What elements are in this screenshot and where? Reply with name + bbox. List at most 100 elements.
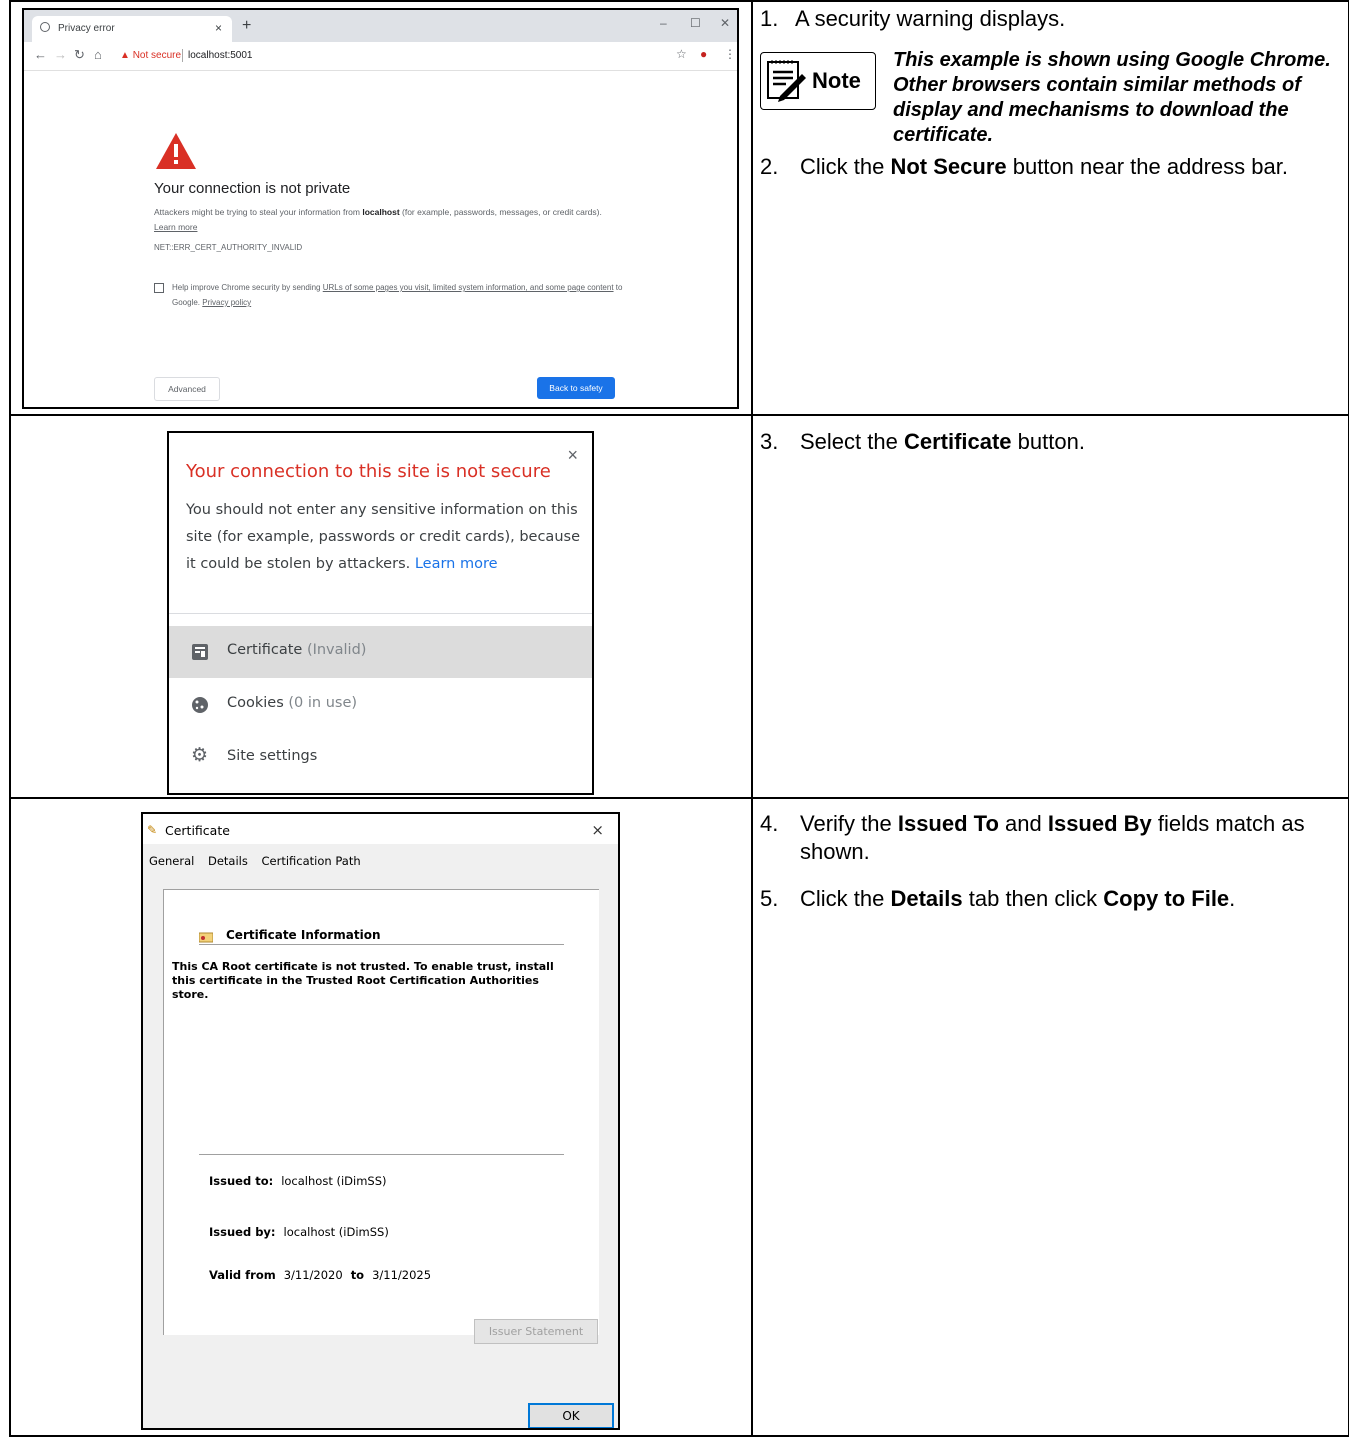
issued-by-value: localhost (iDimSS)	[283, 1225, 389, 1239]
advanced-button[interactable]: Advanced	[154, 377, 220, 401]
reload-icon[interactable]: ↻	[74, 47, 85, 63]
certificate-status: (Invalid)	[306, 642, 367, 658]
window-close-icon[interactable]: ✕	[720, 16, 730, 30]
issued-to-label: Issued to:	[209, 1174, 274, 1188]
general-panel: Certificate Information This CA Root cer…	[163, 889, 599, 1335]
learn-more-link[interactable]: Learn more	[154, 222, 197, 232]
certificate-info-header: Certificate Information	[226, 928, 381, 942]
not-secure-label: Not secure	[132, 50, 182, 61]
step-bold: Not Secure	[890, 154, 1007, 179]
site-settings-label: Site settings	[227, 748, 318, 764]
site-info-popup-screenshot: Your connection to this site is not secu…	[167, 431, 594, 795]
gear-icon: ⚙	[191, 744, 209, 766]
page-heading: Your connection is not private	[154, 180, 351, 197]
step-bold-2: Issued By	[1047, 811, 1152, 836]
learn-more-link[interactable]: Learn more	[415, 556, 498, 572]
step-number: 5.	[760, 886, 779, 911]
note-text: This example is shown using Google Chrom…	[893, 49, 1331, 146]
cookies-row[interactable]: Cookies (0 in use)	[169, 679, 592, 731]
home-icon[interactable]: ⌂	[94, 47, 102, 62]
step-bold-2: Copy to File	[1103, 886, 1230, 911]
popup-title: Your connection to this site is not secu…	[186, 461, 551, 482]
step-number: 4.	[760, 811, 779, 836]
certificate-row[interactable]: Certificate (Invalid)	[169, 626, 592, 678]
interstitial-page: Your connection is not private Attackers…	[24, 71, 737, 407]
step-4: 4. Verify the Issued To and Issued By fie…	[760, 810, 1345, 866]
checkbox-text: Help improve Chrome security by sending	[172, 283, 323, 292]
address-separator	[182, 49, 183, 62]
validity-field: Valid from 3/11/2020 to 3/11/2025	[209, 1268, 431, 1282]
divider	[199, 944, 564, 945]
body-text: Attackers might be trying to steal your …	[154, 207, 363, 217]
step-5: 5. Click the Details tab then click Copy …	[760, 885, 1235, 913]
warning-icon	[156, 133, 196, 169]
issued-by-field: Issued by: localhost (iDimSS)	[209, 1225, 389, 1239]
chrome-privacy-error-screenshot: Privacy error × + – ☐ ✕ ← → ↻ ⌂ ▲ Not se…	[22, 8, 739, 409]
profile-avatar[interactable]: ●	[700, 47, 707, 61]
privacy-policy-link[interactable]: Privacy policy	[202, 298, 251, 307]
certificate-info-icon	[199, 932, 213, 943]
page-body: Attackers might be trying to steal your …	[154, 205, 614, 235]
minimize-icon[interactable]: –	[660, 16, 667, 30]
certificate-small-icon: ✎	[147, 823, 158, 837]
valid-from-label: Valid from	[209, 1268, 276, 1282]
step-text-end: fields match as	[1151, 811, 1305, 836]
tab-title: Privacy error	[58, 23, 115, 34]
dialog-tabs: General Details Certification Path	[149, 854, 371, 868]
step-text-mid: and	[998, 811, 1048, 836]
tab-close-icon[interactable]: ×	[215, 21, 222, 35]
table-border-top	[9, 0, 1349, 2]
checkbox-label: Help improve Chrome security by sending …	[172, 280, 632, 310]
body-text-end: (for example, passwords, messages, or cr…	[399, 207, 602, 217]
divider	[169, 613, 592, 614]
issuer-statement-button[interactable]: Issuer Statement	[474, 1319, 598, 1344]
improve-security-checkbox[interactable]	[154, 283, 164, 293]
step-text-end: .	[1229, 886, 1236, 911]
error-code: NET::ERR_CERT_AUTHORITY_INVALID	[154, 243, 303, 252]
not-secure-button[interactable]: ▲ Not secure	[120, 50, 181, 61]
urls-link[interactable]: URLs of some pages you visit, limited sy…	[323, 283, 614, 292]
back-icon[interactable]: ←	[34, 47, 47, 62]
close-icon[interactable]: ×	[567, 445, 578, 466]
new-tab-button[interactable]: +	[242, 17, 251, 35]
popup-body-text: You should not enter any sensitive infor…	[186, 502, 580, 572]
url-text: localhost:5001	[188, 50, 253, 61]
step-2: 2. Click the Not Secure button near the a…	[760, 153, 1288, 181]
browser-tab[interactable]: Privacy error ×	[32, 16, 232, 42]
issued-to-value: localhost (iDimSS)	[281, 1174, 387, 1188]
step-text-wrap: shown.	[800, 839, 870, 864]
tab-certification-path[interactable]: Certification Path	[262, 854, 361, 868]
step-number: 2.	[760, 154, 779, 179]
table-divider	[9, 414, 1349, 416]
note-label: Note	[812, 68, 861, 93]
tab-strip: Privacy error × + – ☐ ✕	[24, 10, 737, 42]
step-bold: Details	[890, 886, 963, 911]
cookies-label: Cookies (0 in use)	[227, 695, 357, 711]
tab-details[interactable]: Details	[208, 854, 248, 868]
cookies-text: Cookies	[227, 695, 284, 711]
body-host: localhost	[362, 207, 400, 217]
cookies-status: (0 in use)	[288, 695, 358, 711]
maximize-icon[interactable]: ☐	[690, 16, 701, 30]
dialog-close-icon[interactable]: ×	[591, 821, 604, 839]
step-text: Select the	[800, 429, 904, 454]
globe-icon	[40, 22, 50, 32]
address-bar[interactable]: ▲ Not secure localhost:5001	[114, 46, 684, 66]
browser-toolbar: ← → ↻ ⌂ ▲ Not secure localhost:5001 ☆ ● …	[24, 42, 737, 71]
step-text: Verify the	[800, 811, 898, 836]
popup-body: You should not enter any sensitive infor…	[186, 497, 581, 578]
forward-icon[interactable]: →	[54, 47, 67, 62]
menu-icon[interactable]: ⋮	[724, 47, 736, 61]
issued-by-label: Issued by:	[209, 1225, 276, 1239]
valid-to-value: 3/11/2025	[372, 1268, 432, 1282]
tab-general[interactable]: General	[149, 854, 194, 868]
ok-button[interactable]: OK	[528, 1403, 614, 1428]
star-icon[interactable]: ☆	[676, 47, 687, 61]
dialog-title: Certificate	[165, 823, 230, 838]
back-to-safety-button[interactable]: Back to safety	[537, 377, 615, 399]
step-text: Click the	[800, 886, 891, 911]
step-number: 1.	[760, 6, 779, 31]
step-text-mid: tab then click	[962, 886, 1104, 911]
step-1: 1. A security warning displays.	[760, 5, 1065, 33]
site-settings-row[interactable]: ⚙ Site settings	[169, 732, 592, 784]
